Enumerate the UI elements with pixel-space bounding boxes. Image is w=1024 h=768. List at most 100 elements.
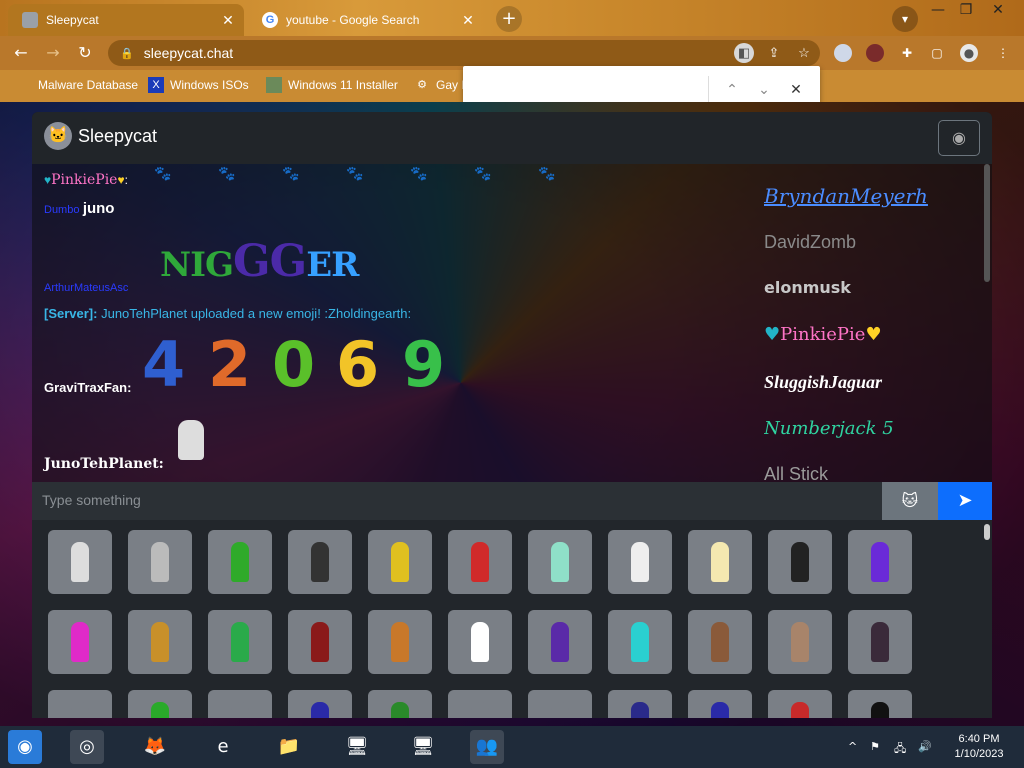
start-icon[interactable]: ◉ [8, 730, 42, 764]
emoji-tile[interactable] [768, 610, 832, 674]
network-app-icon[interactable]: 🖥 [406, 730, 440, 764]
close-icon[interactable]: ✕ [218, 12, 238, 29]
chat-username[interactable]: Dumbo [44, 204, 79, 216]
back-icon[interactable]: ← [10, 42, 32, 64]
close-icon[interactable]: ✕ [458, 12, 478, 29]
page-action-icon[interactable]: ◧ [734, 43, 754, 63]
file-explorer-icon[interactable]: 📁 [272, 730, 306, 764]
bookmark-windows-isos[interactable]: X Windows ISOs [148, 77, 249, 93]
emoji-image [71, 542, 89, 582]
emoji-tile[interactable] [848, 530, 912, 594]
emoji-tile[interactable] [368, 530, 432, 594]
emoji-tile[interactable] [368, 610, 432, 674]
chat-username[interactable]: GraviTraxFan: [44, 380, 131, 395]
emoji-tile[interactable] [528, 690, 592, 718]
emoji-tile[interactable] [208, 610, 272, 674]
emoji-tile[interactable] [608, 690, 672, 718]
emoji-tile[interactable] [608, 530, 672, 594]
network-app-icon[interactable]: 🖥 [340, 730, 374, 764]
emoji-tile[interactable] [848, 690, 912, 718]
menu-icon[interactable]: ⋮ [994, 44, 1012, 62]
ghost-emoji-icon: 🐾 [282, 166, 300, 182]
user-list-item[interactable]: Numberjack 5 [764, 418, 894, 439]
new-tab-button[interactable]: + [496, 6, 522, 32]
user-list-item[interactable]: elonmusk [764, 278, 851, 297]
emoji-tile[interactable] [288, 610, 352, 674]
emoji-tile[interactable] [528, 530, 592, 594]
emoji-tile[interactable] [528, 610, 592, 674]
volume-icon[interactable]: 🔊 [918, 740, 932, 753]
emoji-tile[interactable] [608, 610, 672, 674]
close-icon[interactable]: ✕ [784, 78, 808, 102]
minimize-icon[interactable]: — [926, 2, 950, 18]
emoji-tile[interactable] [48, 610, 112, 674]
user-list-item[interactable]: BryndanMeyerh [764, 184, 928, 208]
tab-search-icon[interactable]: ▾ [892, 6, 918, 32]
chrome-icon[interactable]: ◎ [70, 730, 104, 764]
address-bar[interactable]: 🔒 sleepycat.chat ◧ ⇪ ☆ [108, 40, 820, 66]
emoji-tile[interactable] [128, 690, 192, 718]
chat-username[interactable]: JunoTehPlanet: [44, 456, 164, 472]
emoji-tile[interactable] [128, 610, 192, 674]
emoji-tile[interactable] [208, 690, 272, 718]
firefox-icon[interactable]: 🦊 [138, 730, 172, 764]
taskbar-clock[interactable]: 6:40 PM 1/10/2023 [944, 732, 1014, 762]
emoji-picker-scrollbar[interactable] [984, 524, 990, 540]
tab-sleepycat[interactable]: Sleepycat ✕ [8, 4, 244, 36]
emoji-tile[interactable] [208, 530, 272, 594]
share-icon[interactable]: ⇪ [764, 43, 784, 63]
emoji-tile[interactable] [448, 610, 512, 674]
chat-username[interactable]: [Server]: [44, 306, 97, 321]
message-input[interactable]: Type something [42, 492, 141, 508]
reload-icon[interactable]: ↻ [74, 42, 96, 64]
emoji-tile[interactable] [48, 530, 112, 594]
bookmark-gay[interactable]: ⚙ Gay I [414, 77, 465, 93]
brand[interactable]: 🐱 Sleepycat [44, 122, 157, 150]
bookmark-windows-11-installer[interactable]: Windows 11 Installer [266, 77, 398, 93]
emoji-tile[interactable] [768, 530, 832, 594]
profile-icon[interactable]: ● [960, 44, 978, 62]
puzzle-icon[interactable]: ✚ [898, 44, 916, 62]
emoji-tile[interactable] [368, 690, 432, 718]
emoji-tile[interactable] [48, 690, 112, 718]
extension-icon[interactable] [834, 44, 852, 62]
emoji-tile[interactable] [128, 530, 192, 594]
emoji-tile[interactable] [448, 690, 512, 718]
send-button[interactable]: ➤ [938, 482, 992, 520]
emoji-tile[interactable] [448, 530, 512, 594]
chevron-down-icon[interactable]: ⌄ [752, 78, 776, 102]
tab-google-search[interactable]: G youtube - Google Search ✕ [248, 4, 484, 36]
forward-icon[interactable]: → [42, 42, 64, 64]
chevron-up-icon[interactable]: ⌃ [720, 78, 744, 102]
emoji-tile[interactable] [688, 690, 752, 718]
network-icon[interactable]: 🖧 [894, 740, 906, 759]
user-list-item[interactable]: DavidZomb [764, 232, 856, 253]
emoji-picker-button[interactable]: 🐱 [882, 482, 938, 520]
sidepanel-icon[interactable]: ▢ [928, 44, 946, 62]
ie-icon[interactable]: e [206, 730, 240, 764]
emoji-tile[interactable] [288, 530, 352, 594]
flag-icon[interactable]: ⚑ [870, 740, 880, 753]
emoji-tile[interactable] [688, 610, 752, 674]
emoji-tile[interactable] [688, 530, 752, 594]
tab-title: youtube - Google Search [286, 13, 420, 27]
restore-icon[interactable]: ❐ [954, 2, 978, 18]
emoji-tile[interactable] [288, 690, 352, 718]
find-separator [708, 76, 709, 104]
bookmark-malware-database[interactable]: Malware Database [16, 77, 138, 93]
emoji-tile[interactable] [768, 690, 832, 718]
chat-username[interactable]: PinkiePie [51, 172, 117, 188]
user-list-item[interactable]: All Stick [764, 464, 828, 482]
tray-chevron-icon[interactable]: ^ [848, 740, 857, 753]
user-list-item[interactable]: SluggishJaguar [764, 372, 882, 393]
user-list-item[interactable]: ♥PinkiePie♥ [764, 324, 882, 345]
find-input[interactable] [473, 76, 703, 104]
window-close-icon[interactable]: ✕ [986, 2, 1010, 18]
app-icon[interactable]: 👥 [470, 730, 504, 764]
user-list-scrollbar[interactable] [984, 164, 990, 282]
extension-avatar-icon[interactable] [866, 44, 884, 62]
emoji-tile[interactable] [848, 610, 912, 674]
chat-username[interactable]: ArthurMateusAsc [44, 282, 128, 294]
account-button[interactable]: ◉ [938, 120, 980, 156]
bookmark-star-icon[interactable]: ☆ [794, 43, 814, 63]
